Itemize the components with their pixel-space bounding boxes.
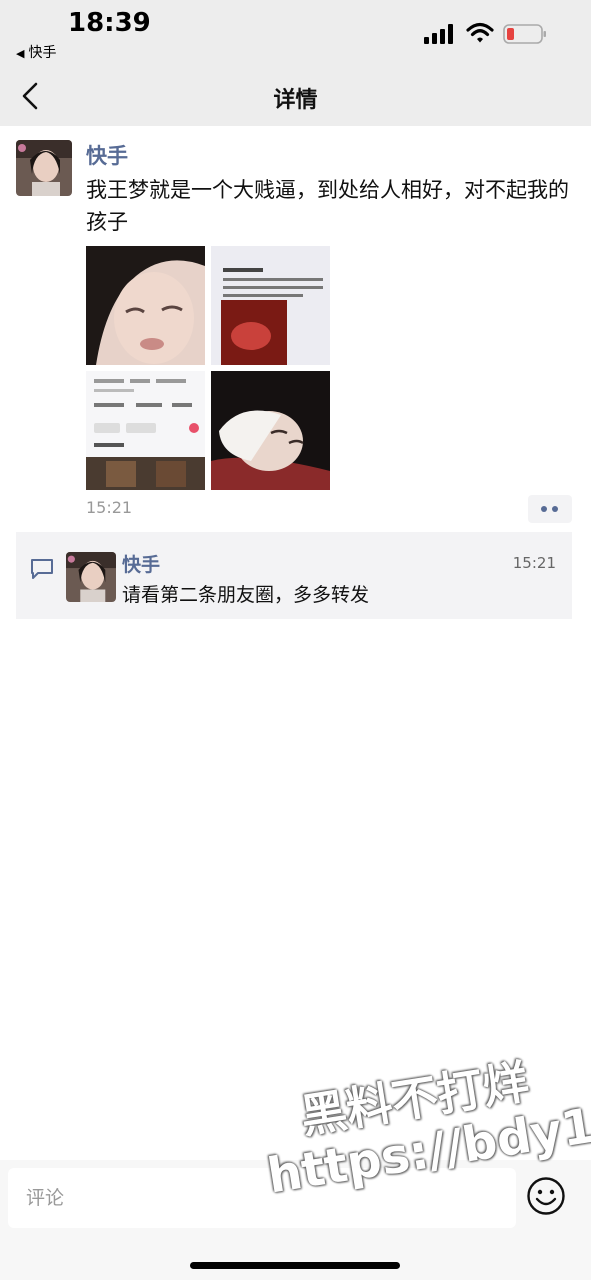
photo-3[interactable] [86,371,205,490]
post-timestamp: 15:21 [86,498,133,517]
photo-bandaged-face-image [211,371,330,490]
status-time: 18:39 [68,8,151,38]
more-dot-icon [541,506,547,512]
photo-face-image [86,246,205,365]
photo-profile-screenshot-image [86,371,205,490]
photo-1[interactable] [86,246,205,365]
emoji-icon[interactable] [526,1176,566,1216]
back-to-app-link[interactable]: ◀ 快手 [16,42,56,62]
more-actions-button[interactable] [528,495,572,523]
photo-2[interactable] [211,246,330,365]
more-dot-icon [552,506,558,512]
photo-screenshot-image [211,246,330,365]
page-title: 详情 [273,88,318,113]
avatar-image [66,552,116,602]
post-text: 我王梦就是一个大贱逼，到处给人相好，对不起我的孩子 [86,178,569,234]
watermark-text: 黑料不打烊 [296,1054,533,1144]
back-to-app-label: 快手 [28,45,57,61]
comment-section: 快手 15:21 请看第二条朋友圈，多多转发 [16,532,572,619]
home-indicator[interactable] [190,1262,400,1269]
wifi-icon [466,22,494,43]
cellular-signal-icon [424,24,453,44]
avatar[interactable] [66,552,116,602]
nav-bar: 详情 [0,66,591,126]
photo-grid [86,246,332,492]
comment-author-name[interactable]: 快手 [122,550,160,577]
comment-text[interactable]: 请看第二条朋友圈，多多转发 [122,580,369,607]
comment-bubble-icon [31,559,53,579]
comment-input[interactable] [8,1168,516,1228]
comment-input-bar [0,1160,591,1280]
status-bar: 18:39 ◀ 快手 [0,0,591,66]
post-author-name[interactable]: 快手 [86,140,128,170]
photo-4[interactable] [211,371,330,490]
avatar[interactable] [16,140,72,196]
back-triangle-icon: ◀ [16,47,25,60]
comment-timestamp: 15:21 [512,554,556,572]
avatar-image [16,140,72,196]
battery-low-icon [503,24,546,44]
